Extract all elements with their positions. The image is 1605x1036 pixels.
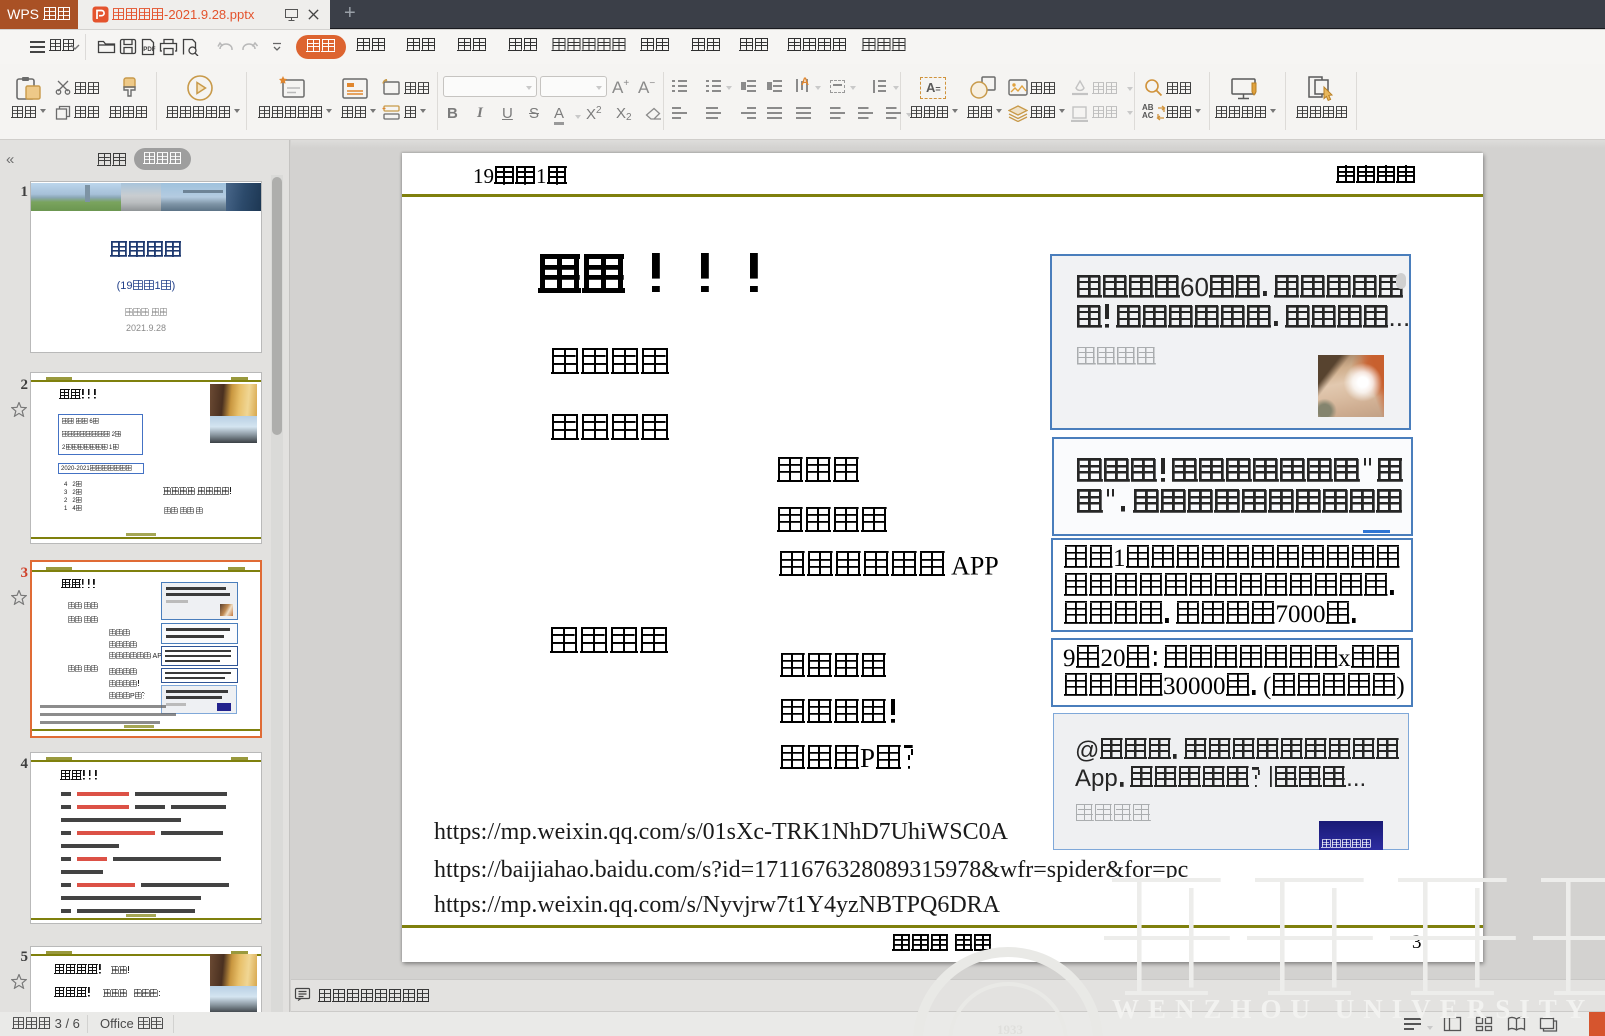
svg-text:PDF: PDF: [143, 46, 156, 53]
